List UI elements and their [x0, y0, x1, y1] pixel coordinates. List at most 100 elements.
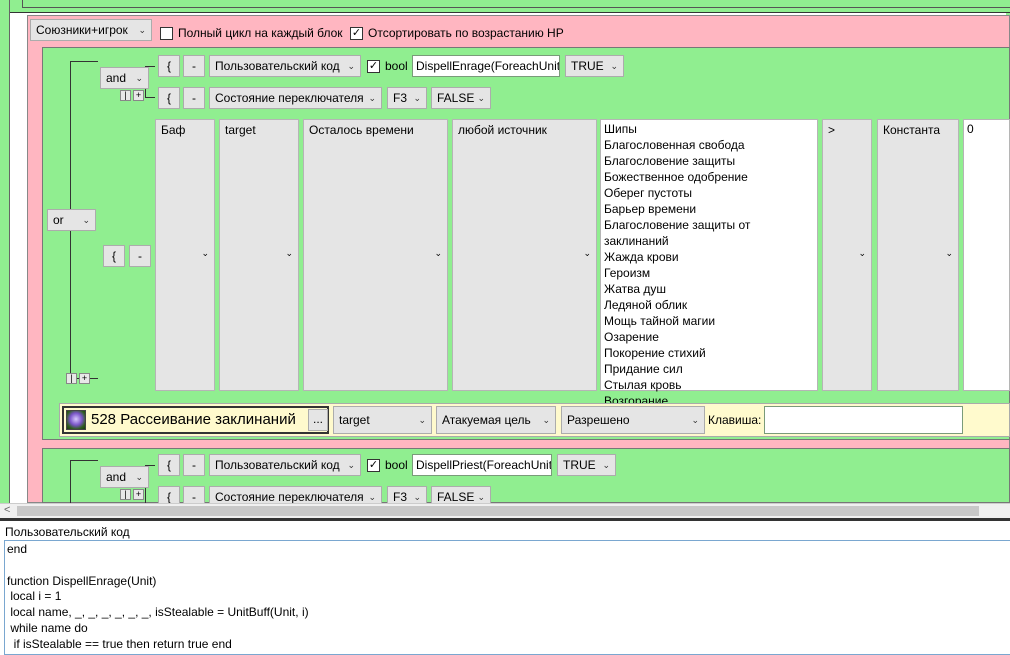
spell-listbox[interactable]: Шипы Благословенная свобода Благословение …: [600, 119, 818, 408]
spell-selector[interactable]: 528 Рассеивание заклинаний ...: [62, 406, 329, 434]
bool-checkbox[interactable]: ✓: [367, 459, 380, 472]
key-label: Клавиша:: [708, 413, 762, 427]
scroll-left-icon[interactable]: <: [4, 504, 10, 516]
full-cycle-checkbox[interactable]: [160, 27, 173, 40]
action-permission-select[interactable]: Разрешено ⌄: [561, 406, 705, 434]
and-value: and: [106, 71, 127, 85]
tree-line-or-2: [70, 460, 98, 503]
code-line: end: [7, 542, 28, 556]
condition-type-value: Состояние переключателя: [215, 490, 364, 504]
action-unit-value: Атакуемая цель: [442, 413, 531, 427]
code-call-input[interactable]: DispellEnrage(ForeachUnit): [412, 55, 560, 77]
switch-state-value: FALSE: [437, 91, 475, 105]
chevron-down-icon: ⌄: [82, 215, 90, 225]
scrollbar-thumb[interactable]: [17, 506, 979, 516]
chevron-down-icon: ⌄: [610, 61, 618, 71]
spell-list-item[interactable]: Стылая кровь: [604, 377, 814, 393]
code-line: local name, _, _, _, _, _, _, isStealabl…: [7, 605, 309, 620]
unit-target-select[interactable]: target ⌄: [219, 119, 299, 391]
brace-button[interactable]: {: [158, 454, 180, 476]
condition-type-value: Пользовательский код: [215, 458, 340, 472]
spell-list-item[interactable]: Шипы: [604, 121, 814, 137]
bool-value: TRUE: [563, 458, 596, 472]
and-remove-tiny-button[interactable]: |: [120, 489, 131, 500]
brace-button[interactable]: {: [103, 245, 125, 267]
const-type-select[interactable]: Константа ⌄: [877, 119, 959, 391]
code-editor[interactable]: end function DispellEnrage(Unit) local i…: [4, 540, 1010, 655]
buff-type-select[interactable]: Баф ⌄: [155, 119, 215, 391]
spell-list-item[interactable]: Озарение: [604, 329, 814, 345]
compare-operator-select[interactable]: > ⌄: [822, 119, 872, 391]
minus-button[interactable]: -: [183, 454, 205, 476]
or-add-tiny-button[interactable]: +: [79, 373, 90, 384]
chevron-down-icon: ⌄: [201, 248, 209, 258]
minus-button[interactable]: -: [129, 245, 151, 267]
chevron-down-icon: ⌄: [368, 93, 376, 103]
spell-list-item[interactable]: Придание сил: [604, 361, 814, 377]
chevron-down-icon: ⌄: [138, 25, 146, 35]
chevron-down-icon: ⌄: [135, 472, 143, 482]
and-remove-tiny-button[interactable]: |: [120, 90, 131, 101]
condition-type-select[interactable]: Пользовательский код ⌄: [209, 55, 361, 77]
chevron-down-icon: ⌄: [583, 248, 591, 258]
code-line: function DispellEnrage(Unit): [7, 573, 157, 588]
and-operator-select[interactable]: and ⌄: [100, 67, 149, 89]
const-value: 0: [967, 122, 974, 136]
time-left-value: Осталось времени: [309, 123, 414, 137]
action-unit-select[interactable]: Атакуемая цель ⌄: [436, 406, 556, 434]
full-cycle-label: Полный цикл на каждый блок: [178, 26, 343, 40]
bool-checkbox[interactable]: ✓: [367, 60, 380, 73]
spell-list-item[interactable]: Благословение защиты от заклинаний: [604, 217, 814, 249]
switch-key-select[interactable]: F3 ⌄: [387, 87, 427, 109]
bool-label: bool: [385, 458, 408, 472]
source-select[interactable]: любой источник ⌄: [452, 119, 597, 391]
spell-list-item[interactable]: Благословенная свобода: [604, 137, 814, 153]
outer-left-border: [0, 0, 10, 503]
and-add-tiny-button[interactable]: +: [133, 90, 144, 101]
bool-value-select[interactable]: TRUE ⌄: [557, 454, 616, 476]
minus-button[interactable]: -: [183, 55, 205, 77]
brace-button[interactable]: {: [158, 87, 180, 109]
spell-list-item[interactable]: Божественное одобрение: [604, 169, 814, 185]
spell-list-item[interactable]: Оберег пустоты: [604, 185, 814, 201]
spell-list-item[interactable]: Покорение стихий: [604, 345, 814, 361]
switch-state-select[interactable]: FALSE ⌄: [431, 87, 491, 109]
target-select[interactable]: Союзники+игрок ⌄: [30, 19, 152, 41]
and-add-tiny-button[interactable]: +: [133, 489, 144, 500]
time-left-select[interactable]: Осталось времени ⌄: [303, 119, 448, 391]
sort-label: Отсортировать по возрастанию HP: [368, 26, 564, 40]
sort-checkbox[interactable]: ✓: [350, 27, 363, 40]
spell-list-item[interactable]: Ледяной облик: [604, 297, 814, 313]
spell-browse-button[interactable]: ...: [308, 409, 328, 431]
or-remove-tiny-button[interactable]: |: [66, 373, 77, 384]
condition-type-select[interactable]: Состояние переключателя ⌄: [209, 87, 382, 109]
or-operator-select[interactable]: or ⌄: [47, 209, 96, 231]
const-value-input[interactable]: 0: [963, 119, 1010, 391]
condition-type-select[interactable]: Пользовательский код ⌄: [209, 454, 361, 476]
spell-list-item[interactable]: Героизм: [604, 265, 814, 281]
const-type-value: Константа: [883, 123, 940, 137]
spell-list-item[interactable]: Благословение защиты: [604, 153, 814, 169]
action-permission-value: Разрешено: [567, 413, 630, 427]
switch-state-value: FALSE: [437, 490, 475, 504]
target-select-value: Союзники+игрок: [36, 23, 128, 37]
chevron-down-icon: ⌄: [285, 248, 293, 258]
action-target-select[interactable]: target ⌄: [333, 406, 432, 434]
switch-key-value: F3: [393, 490, 408, 504]
minus-button[interactable]: -: [183, 87, 205, 109]
condition-type-value: Пользовательский код: [215, 59, 340, 73]
and-value: and: [106, 470, 127, 484]
code-line: local i = 1: [7, 589, 62, 604]
spell-list-item[interactable]: Жатва душ: [604, 281, 814, 297]
spell-list-item[interactable]: Мощь тайной магии: [604, 313, 814, 329]
action-target-value: target: [339, 413, 370, 427]
brace-button[interactable]: {: [158, 55, 180, 77]
and-operator-select[interactable]: and ⌄: [100, 466, 149, 488]
key-input[interactable]: [764, 406, 963, 434]
source-value: любой источник: [458, 123, 547, 137]
bool-value-select[interactable]: TRUE ⌄: [565, 55, 624, 77]
spell-list-item[interactable]: Жажда крови: [604, 249, 814, 265]
horizontal-scrollbar[interactable]: <: [0, 503, 1010, 518]
spell-list-item[interactable]: Барьер времени: [604, 201, 814, 217]
code-call-input[interactable]: DispellPriest(ForeachUnit): [412, 454, 552, 476]
